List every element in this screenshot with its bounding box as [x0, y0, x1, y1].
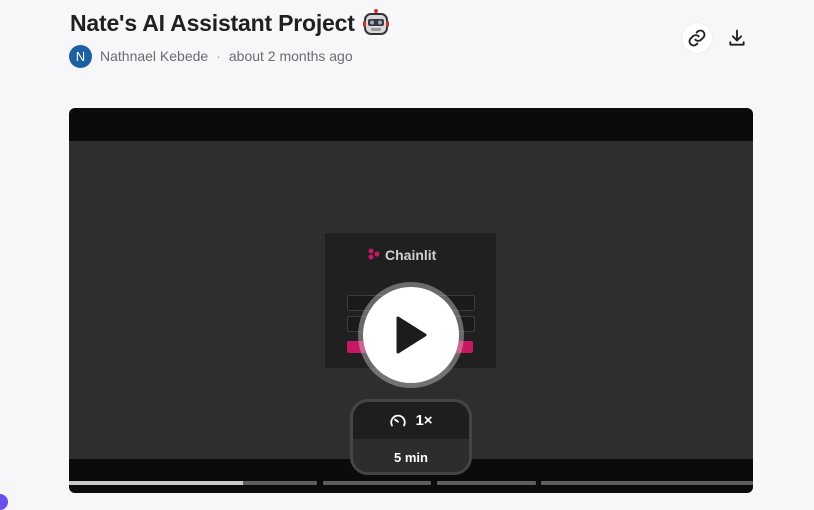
- playback-info-card[interactable]: 1× 5 min: [350, 399, 472, 475]
- chapter-progress-bar[interactable]: [69, 481, 753, 485]
- thumbnail-logo-mark-icon: [367, 247, 381, 261]
- help-launcher-icon[interactable]: [0, 494, 8, 510]
- thumbnail-logo-text: Chainlit: [385, 247, 437, 263]
- duration-label: 5 min: [394, 449, 428, 465]
- progress-segment[interactable]: [541, 481, 753, 485]
- page-title: Nate's AI Assistant Project: [70, 9, 389, 37]
- copy-link-button[interactable]: [682, 23, 712, 53]
- play-button[interactable]: [363, 287, 459, 383]
- progress-segment[interactable]: [437, 481, 536, 485]
- video-player[interactable]: Chainlit 1× 5 min: [69, 108, 753, 493]
- robot-icon: [362, 9, 389, 37]
- progress-segment[interactable]: [323, 481, 431, 485]
- progress-watched: [69, 481, 243, 485]
- download-icon: [729, 29, 745, 46]
- author-name[interactable]: Nathnael Kebede: [100, 48, 208, 64]
- avatar[interactable]: N: [69, 44, 92, 68]
- playback-speed-control[interactable]: 1×: [353, 402, 469, 439]
- playback-speed-value: 1×: [415, 412, 433, 429]
- link-icon: [688, 29, 706, 47]
- timestamp: about 2 months ago: [228, 48, 353, 64]
- video-duration: 5 min: [353, 439, 469, 472]
- speedometer-icon: [390, 414, 407, 426]
- page-title-text: Nate's AI Assistant Project: [70, 9, 355, 36]
- author-meta: N Nathnael Kebede · about 2 months ago: [69, 44, 353, 68]
- video-frame: Chainlit 1× 5 min: [69, 141, 753, 475]
- download-button[interactable]: [722, 23, 752, 53]
- separator-dot: ·: [216, 48, 221, 64]
- progress-segment[interactable]: [69, 481, 317, 485]
- play-icon: [396, 316, 427, 354]
